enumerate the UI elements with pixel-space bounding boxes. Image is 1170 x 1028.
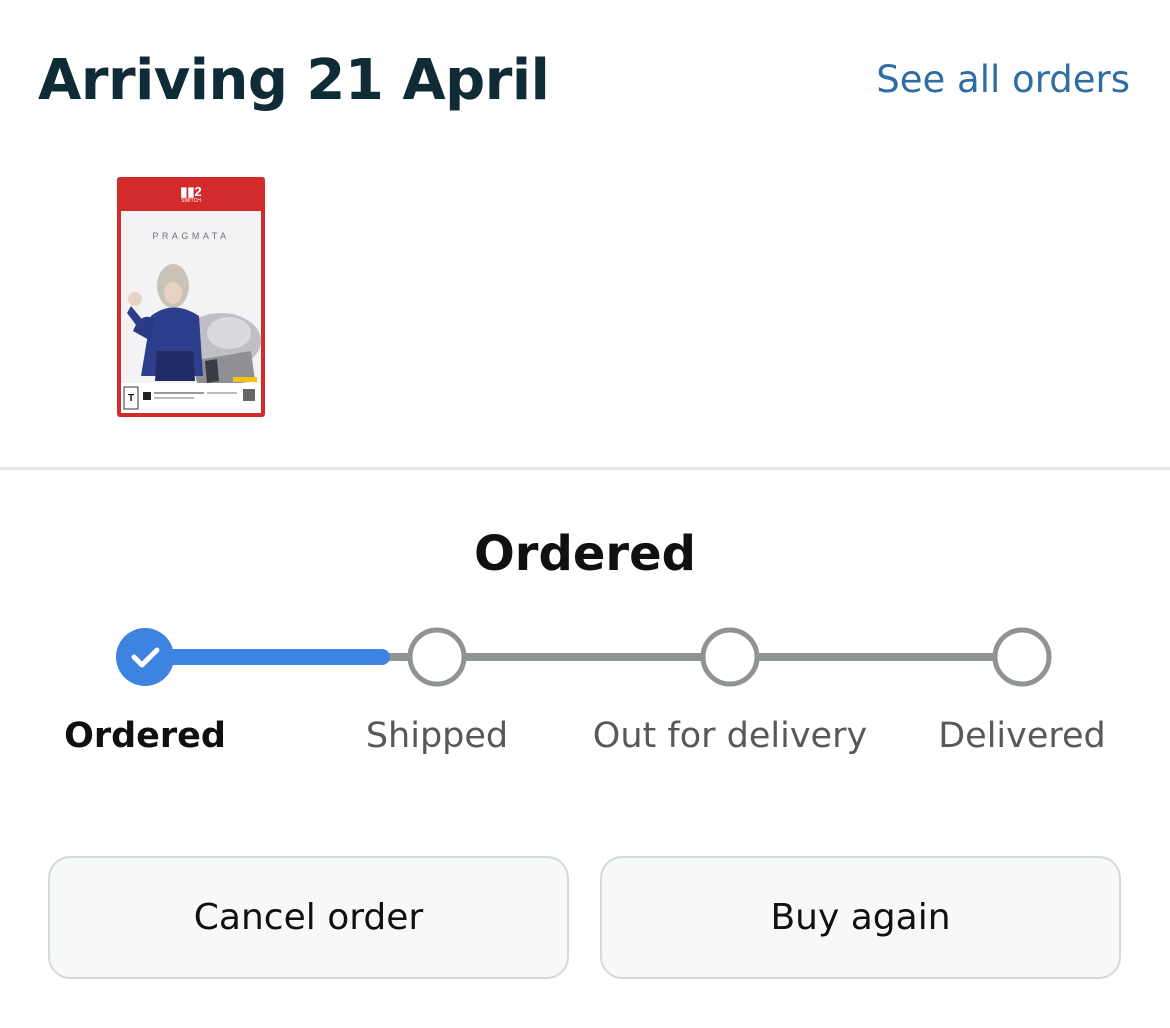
cancel-order-button[interactable]: Cancel order	[48, 856, 569, 979]
step-label-ordered: Ordered	[64, 716, 226, 756]
step-shipped-marker	[407, 627, 467, 687]
step-label-delivered: Delivered	[938, 716, 1106, 756]
buy-again-button[interactable]: Buy again	[600, 856, 1121, 979]
step-label-shipped: Shipped	[365, 716, 509, 756]
progress-tracker	[116, 627, 1052, 687]
order-page: Arriving 21 April See all orders ▮▮2 SWI…	[0, 0, 1170, 1028]
step-out-for-delivery-marker	[700, 627, 760, 687]
step-delivered-marker	[992, 627, 1052, 687]
step-label-out-for-delivery: Out for delivery	[592, 716, 868, 756]
step-ordered-marker	[116, 628, 174, 686]
